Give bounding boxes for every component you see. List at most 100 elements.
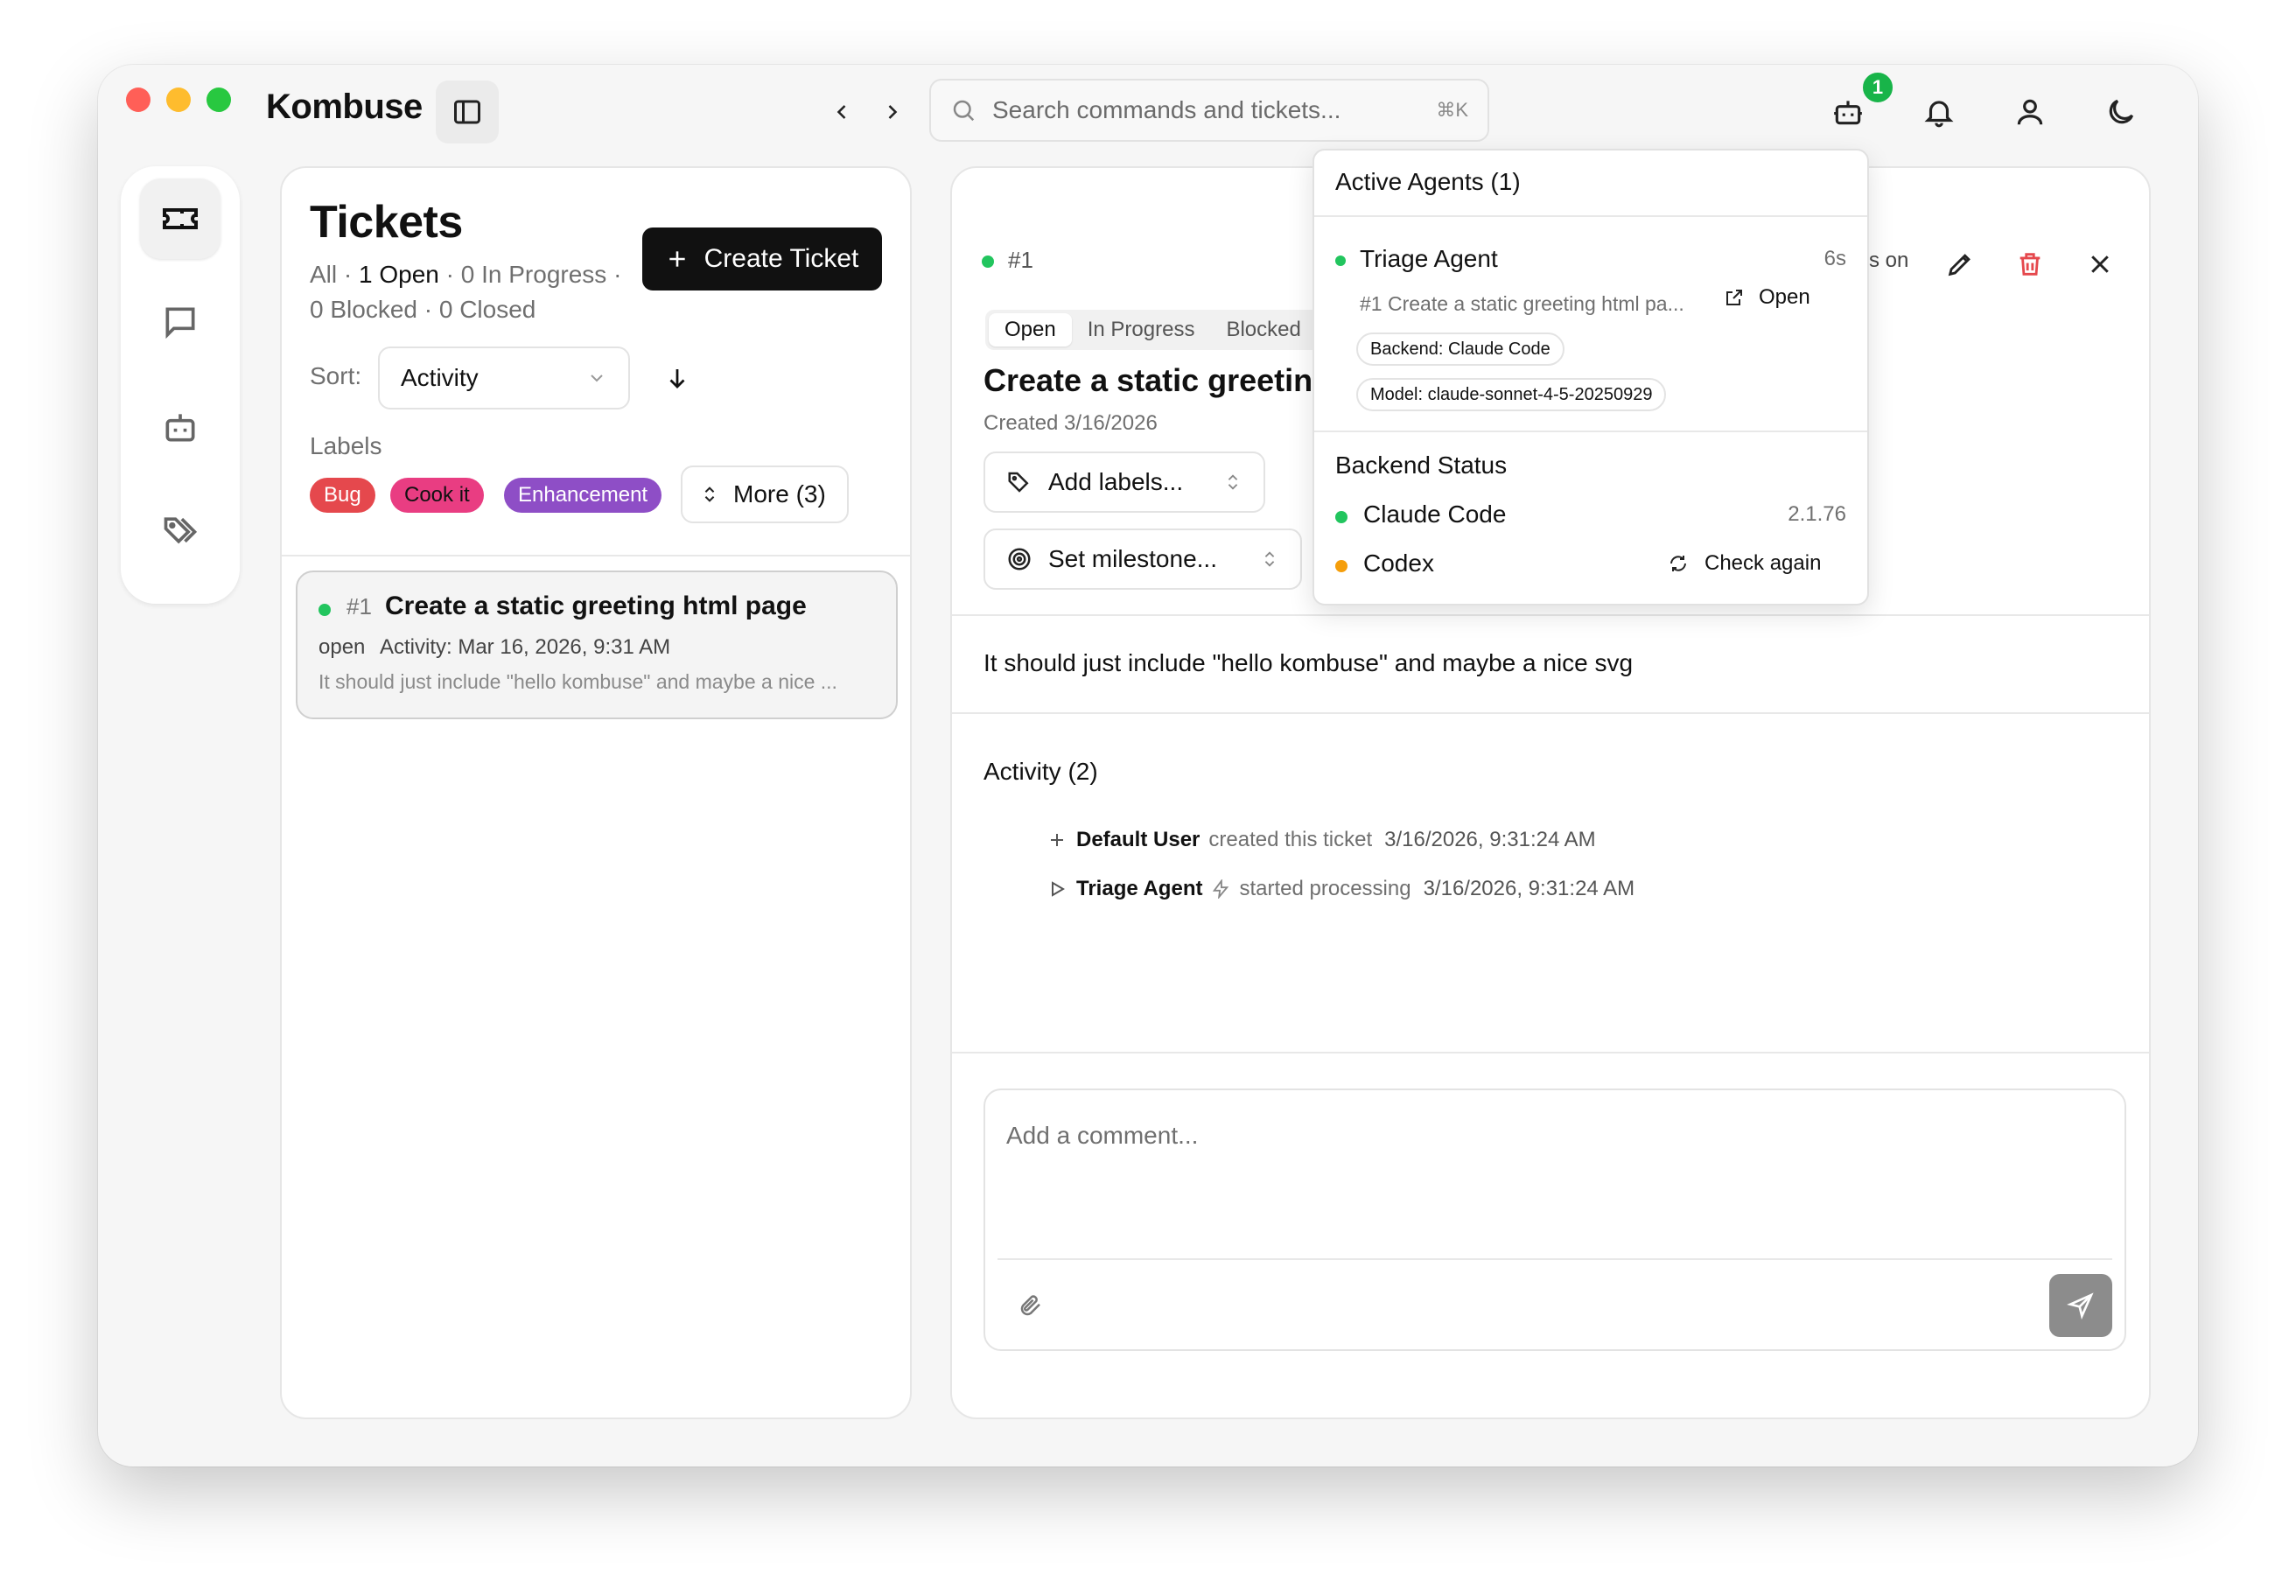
activity-item: Default User created this ticket 3/16/20… [1046, 828, 1596, 852]
close-window-button[interactable] [126, 88, 150, 112]
tab-open[interactable]: Open [989, 313, 1072, 346]
chevrons-up-down-icon [1228, 474, 1238, 490]
activity-action: created this ticket [1208, 828, 1373, 851]
chevron-left-icon [836, 105, 846, 119]
dropdown-divider [1314, 430, 1867, 432]
tab-in-progress[interactable]: In Progress [1072, 313, 1211, 346]
minimize-window-button[interactable] [166, 88, 191, 112]
agent-count-badge: 1 [1860, 70, 1895, 105]
sort-label: Sort: [310, 362, 362, 389]
bot-icon [165, 414, 195, 442]
nav-tickets[interactable] [140, 178, 220, 259]
label-bug[interactable]: Bug [310, 478, 375, 513]
activity-time: 3/16/2026, 9:31:24 AM [1423, 877, 1635, 900]
sort-select[interactable]: Activity [378, 346, 630, 410]
ticket-status-filters: All · 1 Open · 0 In Progress · 0 Blocked… [310, 257, 677, 327]
close-icon [2091, 256, 2109, 273]
send-comment-button[interactable] [2049, 1274, 2112, 1337]
ticket-description: It should just include "hello kombuse" a… [984, 649, 1634, 676]
filter-all[interactable]: All [310, 261, 337, 288]
sort-value: Activity [401, 364, 479, 391]
close-detail-button[interactable] [2072, 236, 2128, 292]
agent-open-label: Open [1759, 285, 1810, 309]
comment-input[interactable]: Add a comment... [1006, 1122, 1198, 1150]
detail-created: Created 3/16/2026 [984, 411, 1158, 435]
sort-direction-button[interactable] [653, 354, 702, 402]
detail-divider-top [952, 614, 2149, 616]
model-chip: Model: claude-sonnet-4-5-20250929 [1356, 378, 1667, 411]
agent-open-button[interactable]: Open [1724, 285, 1810, 310]
agent-name: Triage Agent [1360, 245, 1498, 272]
back-button[interactable] [817, 88, 866, 136]
chevron-down-icon [591, 374, 603, 382]
detail-divider-mid [952, 712, 2149, 714]
agent-elapsed: 6s [1824, 247, 1846, 270]
notifications-button[interactable] [1909, 82, 1969, 142]
activity-action: started processing [1239, 877, 1411, 900]
status-tabs: Open In Progress Blocked [985, 310, 1320, 350]
ticket-activity: Activity: Mar 16, 2026, 9:31 AM [380, 635, 671, 659]
ticket-preview: It should just include "hello kombuse" a… [318, 670, 837, 693]
label-enhancement[interactable]: Enhancement [504, 478, 662, 513]
add-labels-label: Add labels... [1048, 468, 1184, 495]
message-icon [165, 307, 195, 340]
play-icon [1052, 881, 1065, 897]
activity-item: Triage Agent started processing 3/16/202… [1046, 877, 1634, 901]
set-milestone-label: Set milestone... [1048, 545, 1217, 572]
detail-title[interactable]: Create a static greeting [984, 362, 1312, 399]
backend-status-dot [1335, 560, 1348, 572]
filter-closed[interactable]: 0 Closed [439, 296, 536, 323]
app-title: Kombuse [266, 88, 423, 126]
filter-separator: · [445, 261, 454, 288]
ticket-title: Create a static greeting html page [385, 592, 807, 620]
maximize-window-button[interactable] [206, 88, 231, 112]
agent-status-dot [1335, 256, 1346, 266]
ticket-icon [163, 208, 198, 229]
nav-agents[interactable] [140, 387, 220, 467]
comment-divider [998, 1258, 2112, 1260]
active-agents-dropdown: Active Agents (1) Triage Agent 6s #1 Cre… [1312, 149, 1869, 606]
filter-blocked[interactable]: 0 Blocked [310, 296, 417, 323]
check-again-button[interactable]: Check again [1668, 551, 1821, 576]
tab-blocked[interactable]: Blocked [1210, 313, 1316, 346]
edit-ticket-button[interactable] [1932, 236, 1988, 292]
detail-status-dot [982, 256, 994, 268]
partial-header-text: s on [1869, 248, 1909, 272]
filter-separator: · [613, 261, 622, 288]
forward-button[interactable] [868, 88, 917, 136]
create-ticket-button[interactable]: Create Ticket [642, 228, 882, 290]
chevron-right-icon [888, 105, 898, 119]
create-ticket-label: Create Ticket [704, 244, 859, 273]
toggle-sidebar-button[interactable] [436, 80, 499, 144]
tickets-heading: Tickets [310, 197, 463, 248]
sidebar-panel-icon [454, 100, 480, 124]
ticket-number: #1 [346, 593, 372, 620]
ticket-card[interactable]: #1 Create a static greeting html page op… [296, 570, 898, 719]
nav-labels[interactable] [140, 490, 220, 570]
paperclip-icon [1020, 1295, 1040, 1316]
more-labels-button[interactable]: More (3) [681, 466, 849, 523]
filter-separator: · [424, 296, 433, 323]
robot-icon [1834, 101, 1862, 125]
moon-icon [2109, 99, 2134, 124]
theme-toggle-button[interactable] [2091, 82, 2151, 142]
activity-actor: Default User [1076, 828, 1200, 851]
attach-button[interactable] [1006, 1281, 1055, 1330]
backend-status-dot [1335, 511, 1348, 523]
filter-open[interactable]: 1 Open [359, 261, 439, 288]
add-labels-select[interactable]: Add labels... [984, 452, 1265, 513]
label-cook-it[interactable]: Cook it [390, 478, 484, 513]
filter-in-progress[interactable]: 0 In Progress [461, 261, 607, 288]
check-again-label: Check again [1704, 551, 1822, 575]
filter-separator: · [343, 261, 353, 288]
delete-ticket-button[interactable] [2002, 236, 2058, 292]
command-search[interactable]: Search commands and tickets... ⌘K [929, 79, 1489, 142]
arrow-down-icon [669, 369, 685, 388]
set-milestone-select[interactable]: Set milestone... [984, 528, 1302, 590]
profile-button[interactable] [2000, 82, 2060, 142]
nav-chats[interactable] [140, 282, 220, 362]
activity-heading: Activity (2) [984, 758, 1098, 785]
detail-ticket-number: #1 [1008, 247, 1033, 273]
chevrons-up-down-icon [704, 486, 715, 502]
backend-name: Claude Code [1363, 500, 1507, 528]
